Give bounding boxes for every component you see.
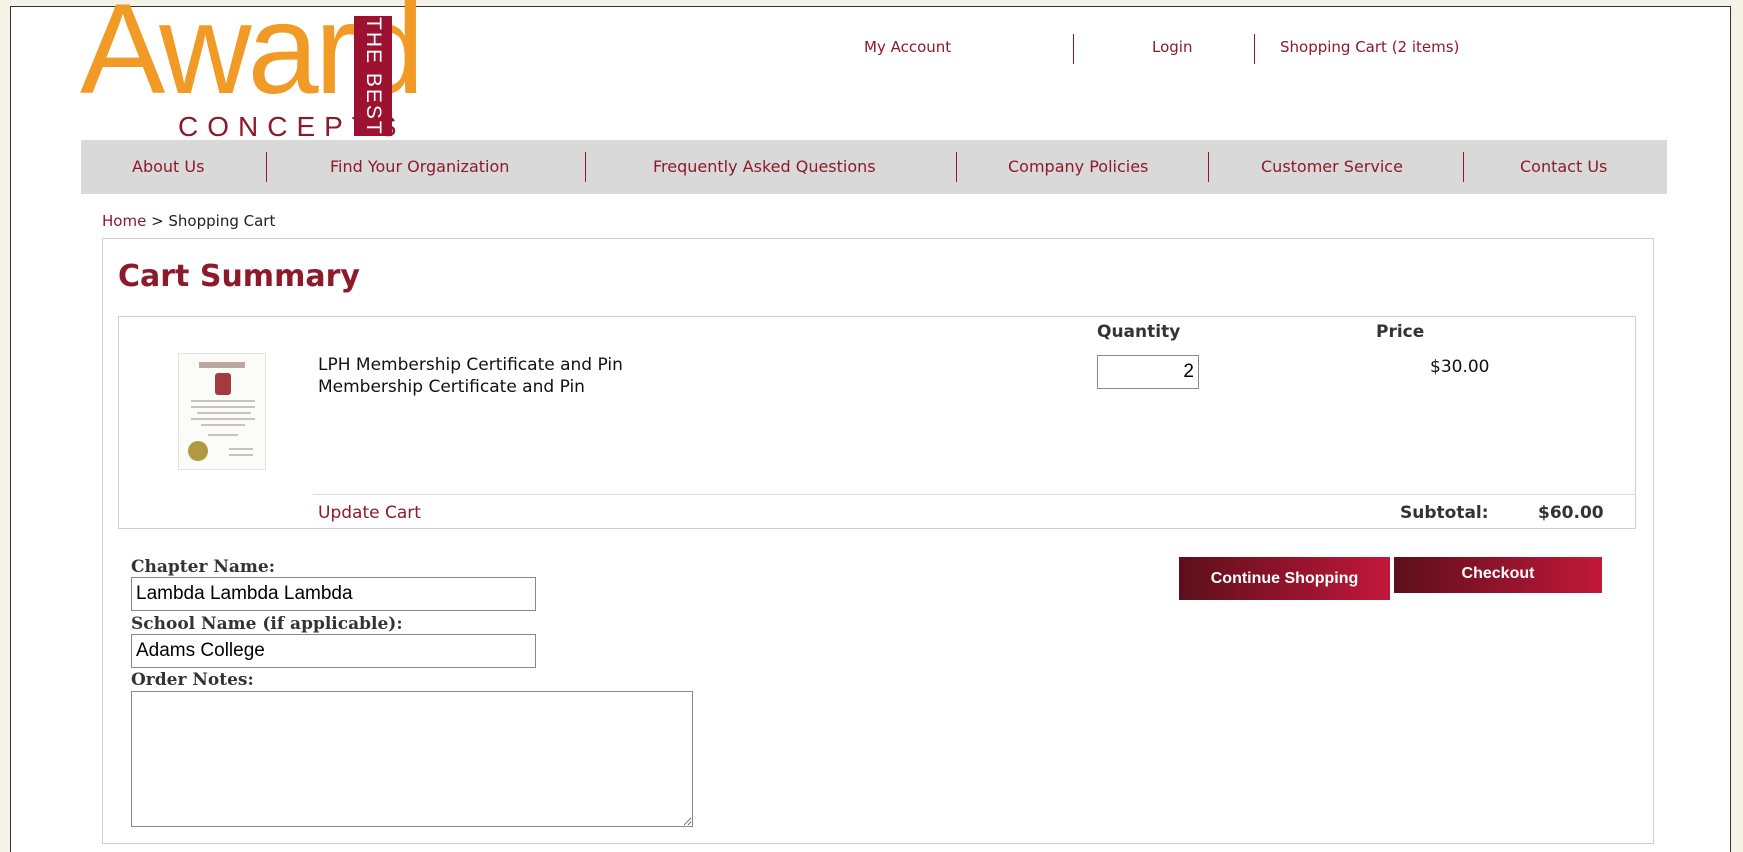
- quantity-input[interactable]: [1097, 355, 1199, 389]
- item-price: $30.00: [1430, 357, 1490, 377]
- nav-find-organization[interactable]: Find Your Organization: [330, 157, 509, 176]
- nav-divider: [1463, 152, 1464, 182]
- breadcrumb-separator: >: [146, 212, 169, 230]
- order-notes-field[interactable]: [131, 691, 693, 827]
- nav-divider: [956, 152, 957, 182]
- my-account-link[interactable]: My Account: [864, 38, 951, 56]
- school-name-label: School Name (if applicable):: [131, 614, 403, 634]
- update-cart-link[interactable]: Update Cart: [318, 503, 421, 523]
- main-nav: About Us Find Your Organization Frequent…: [81, 140, 1667, 194]
- logo-badge: THE BEST: [354, 16, 392, 136]
- order-notes-label: Order Notes:: [131, 670, 254, 690]
- shopping-cart-link[interactable]: Shopping Cart (2 items): [1280, 38, 1459, 56]
- product-description: Membership Certificate and Pin: [318, 377, 585, 397]
- product-name[interactable]: LPH Membership Certificate and Pin: [318, 355, 623, 375]
- chapter-name-label: Chapter Name:: [131, 557, 275, 577]
- chapter-name-field[interactable]: [131, 577, 536, 611]
- continue-shopping-button[interactable]: Continue Shopping: [1179, 557, 1390, 600]
- breadcrumb-home-link[interactable]: Home: [102, 212, 146, 230]
- quantity-header: Quantity: [1097, 322, 1181, 342]
- nav-divider: [1208, 152, 1209, 182]
- page-title: Cart Summary: [118, 259, 360, 294]
- checkout-button[interactable]: Checkout: [1394, 557, 1602, 593]
- nav-about-us[interactable]: About Us: [132, 157, 204, 176]
- breadcrumb: Home > Shopping Cart: [102, 212, 275, 230]
- cart-divider: [313, 494, 1635, 495]
- price-header: Price: [1376, 322, 1425, 342]
- top-link-divider: [1073, 34, 1074, 64]
- nav-company-policies[interactable]: Company Policies: [1008, 157, 1148, 176]
- breadcrumb-current: Shopping Cart: [168, 212, 276, 230]
- site-logo[interactable]: Award CONCEPTS: [80, 0, 480, 146]
- login-link[interactable]: Login: [1152, 38, 1192, 56]
- nav-faq[interactable]: Frequently Asked Questions: [653, 157, 876, 176]
- nav-contact-us[interactable]: Contact Us: [1520, 157, 1607, 176]
- subtotal-label: Subtotal:: [1400, 503, 1489, 523]
- school-name-field[interactable]: [131, 634, 536, 668]
- nav-customer-service[interactable]: Customer Service: [1261, 157, 1403, 176]
- top-link-divider: [1254, 34, 1255, 64]
- product-thumbnail[interactable]: [178, 353, 266, 470]
- nav-divider: [266, 152, 267, 182]
- subtotal-value: $60.00: [1538, 503, 1604, 523]
- nav-divider: [585, 152, 586, 182]
- cart-item-box: [118, 316, 1636, 529]
